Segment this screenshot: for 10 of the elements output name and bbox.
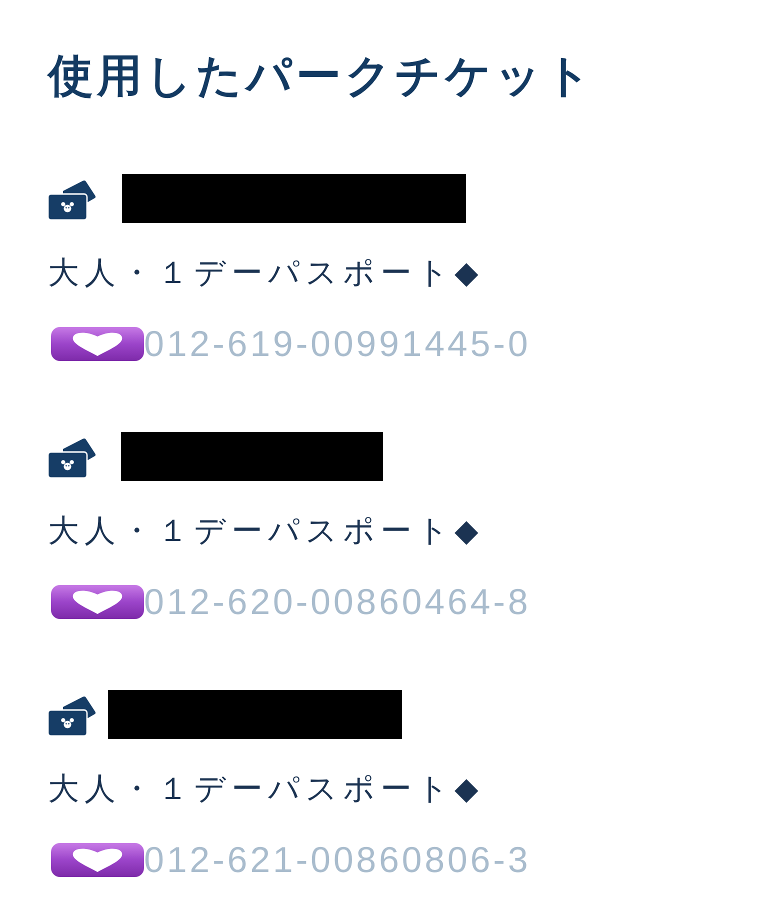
page-title: 使用したパークチケット bbox=[48, 50, 595, 102]
ticket-type: 大人・１デーパスポート◆ bbox=[48, 770, 484, 809]
ticket-icon bbox=[48, 696, 96, 736]
ticket-number: 012-621-00860806-3 bbox=[144, 838, 531, 882]
ticket-number: 012-619-00991445-0 bbox=[144, 322, 531, 366]
ticket-type: 大人・１デーパスポート◆ bbox=[48, 512, 484, 551]
ticket-type: 大人・１デーパスポート◆ bbox=[48, 254, 484, 293]
ticket-number: 012-620-00860464-8 bbox=[144, 580, 531, 624]
ticket-icon bbox=[48, 438, 96, 478]
ticket-icon bbox=[48, 180, 96, 220]
